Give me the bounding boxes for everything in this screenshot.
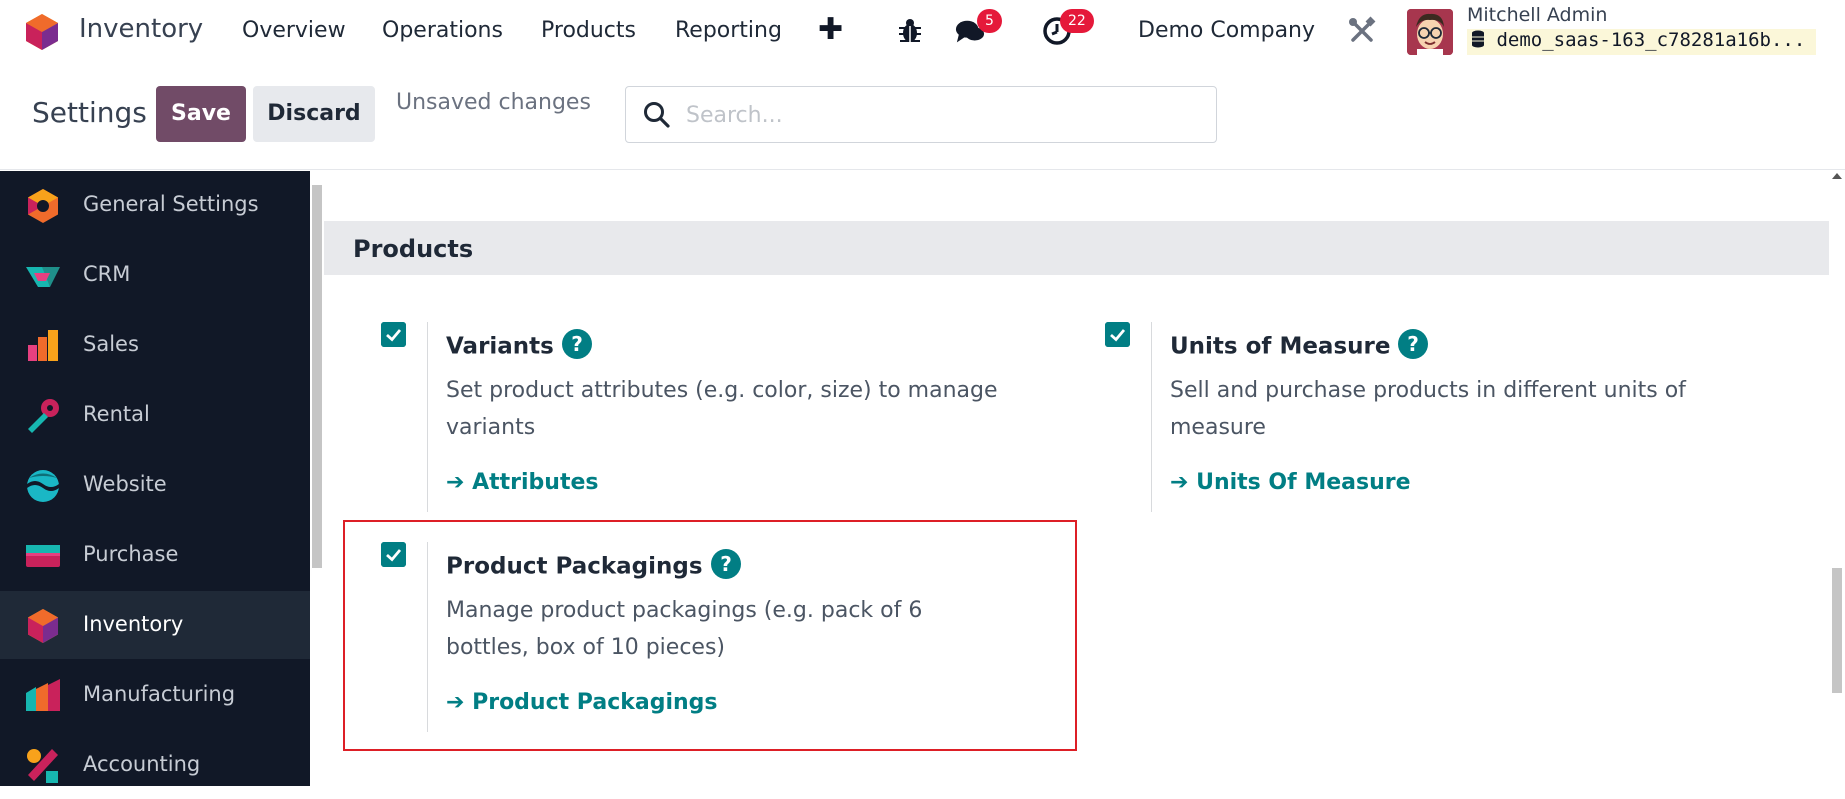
sidebar-item-label: Purchase	[83, 542, 179, 566]
variants-checkbox[interactable]	[381, 322, 406, 347]
setting-units-of-measure: Units of Measure? Sell and purchase prod…	[1105, 322, 1805, 522]
general-settings-icon	[28, 189, 58, 223]
setting-variants: Variants? Set product attributes (e.g. c…	[381, 322, 1001, 522]
user-name[interactable]: Mitchell Admin	[1467, 4, 1607, 26]
sidebar-item-label: Rental	[83, 402, 150, 426]
save-button[interactable]: Save	[156, 86, 246, 142]
unsaved-status: Unsaved changes	[396, 90, 591, 115]
menu-overview[interactable]: Overview	[242, 18, 346, 43]
settings-sidebar: General Settings CRM Sales Rental Websit…	[0, 171, 310, 786]
sidebar-item-accounting[interactable]: Accounting	[0, 731, 310, 799]
link-label: Attributes	[472, 470, 599, 495]
sidebar-item-crm[interactable]: CRM	[0, 241, 310, 309]
svg-text:?: ?	[1408, 332, 1420, 356]
database-label: demo_saas-163_c78281a16b...	[1496, 29, 1806, 51]
svg-text:?: ?	[571, 332, 583, 356]
sidebar-item-label: Accounting	[83, 752, 201, 776]
sidebar-item-rental[interactable]: Rental	[0, 381, 310, 449]
content-scrollbar-thumb[interactable]	[1832, 568, 1842, 693]
sidebar-item-label: Sales	[83, 332, 139, 356]
tools-icon[interactable]	[1347, 16, 1377, 46]
sidebar-item-website[interactable]: Website	[0, 451, 310, 519]
units-of-measure-checkbox[interactable]	[1105, 322, 1130, 347]
setting-divider	[427, 322, 428, 512]
company-switcher[interactable]: Demo Company	[1138, 18, 1315, 43]
sidebar-scrollbar[interactable]	[310, 171, 324, 786]
search-input[interactable]	[686, 99, 1186, 131]
sidebar-item-manufacturing[interactable]: Manufacturing	[0, 661, 310, 729]
sidebar-item-label: Website	[83, 472, 167, 496]
setting-description: Sell and purchase products in different …	[1170, 378, 1686, 440]
menu-operations[interactable]: Operations	[382, 18, 503, 43]
sidebar-item-label: Manufacturing	[83, 682, 236, 706]
activities-count-badge: 22	[1060, 9, 1094, 33]
control-panel: Settings Save Discard Unsaved changes	[0, 64, 1845, 170]
manufacturing-icon	[26, 679, 60, 711]
messages-count-badge: 5	[977, 9, 1002, 33]
inventory-icon	[28, 609, 58, 643]
content-scrollbar[interactable]	[1829, 171, 1845, 786]
search-box[interactable]	[625, 86, 1217, 143]
attributes-link[interactable]: ➔ Attributes	[446, 470, 599, 495]
sidebar-item-label: CRM	[83, 262, 131, 286]
sidebar-item-general-settings[interactable]: General Settings	[0, 171, 310, 239]
sidebar-item-label: Inventory	[83, 612, 184, 636]
units-of-measure-link[interactable]: ➔ Units Of Measure	[1170, 470, 1411, 495]
sidebar-item-sales[interactable]: Sales	[0, 311, 310, 379]
highlight-box	[343, 520, 1077, 751]
setting-description: Set product attributes (e.g. color, size…	[446, 378, 998, 440]
setting-divider	[1151, 322, 1152, 512]
section-header: Products	[324, 221, 1829, 275]
scroll-up-arrow-icon[interactable]	[1832, 173, 1842, 179]
database-icon	[1472, 30, 1484, 48]
page-title: Settings	[32, 96, 147, 129]
accounting-icon	[27, 749, 58, 783]
setting-title: Variants?	[446, 329, 592, 362]
app-name[interactable]: Inventory	[79, 14, 203, 44]
link-label: Units Of Measure	[1196, 470, 1411, 495]
sidebar-scrollbar-thumb[interactable]	[312, 185, 322, 568]
menu-reporting[interactable]: Reporting	[675, 18, 782, 43]
sidebar-item-purchase[interactable]: Purchase	[0, 521, 310, 589]
help-icon[interactable]: ?	[561, 329, 592, 359]
crm-icon	[26, 267, 60, 287]
menu-products[interactable]: Products	[541, 18, 636, 43]
plus-icon[interactable]: ✚	[818, 12, 843, 47]
sidebar-item-label: General Settings	[83, 192, 259, 216]
rental-icon	[28, 399, 59, 433]
setting-title-text: Variants	[446, 333, 554, 360]
bug-icon[interactable]	[895, 16, 925, 46]
help-icon[interactable]: ?	[1398, 329, 1429, 359]
setting-title: Units of Measure?	[1170, 329, 1429, 362]
search-icon	[644, 102, 670, 128]
setting-title-text: Units of Measure	[1170, 333, 1391, 360]
sales-icon	[28, 330, 58, 361]
top-navbar: Inventory Overview Operations Products R…	[0, 0, 1845, 64]
website-icon	[27, 470, 59, 502]
purchase-icon	[26, 545, 60, 567]
discard-button[interactable]: Discard	[253, 86, 375, 142]
inventory-hexagon-icon[interactable]	[24, 13, 60, 51]
section-title: Products	[353, 235, 474, 263]
database-name: demo_saas-163_c78281a16b...	[1467, 29, 1816, 55]
sidebar-item-inventory[interactable]: Inventory	[0, 591, 310, 659]
avatar[interactable]	[1407, 9, 1453, 55]
